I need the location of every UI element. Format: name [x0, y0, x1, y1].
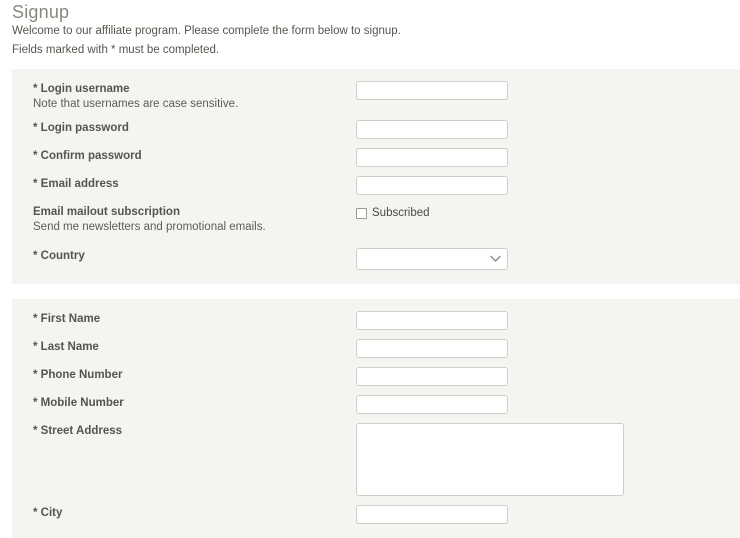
label-last-name: * Last Name: [33, 341, 99, 353]
label-col: * City: [33, 505, 356, 520]
street-address-textarea[interactable]: [356, 423, 624, 496]
input-col: [356, 423, 740, 496]
page-title: Signup: [12, 2, 70, 22]
hint-email-subscription: Send me newsletters and promotional emai…: [33, 221, 266, 233]
label-city: * City: [33, 507, 63, 519]
input-col: [356, 120, 740, 139]
signup-page: Signup Welcome to our affiliate program.…: [0, 0, 740, 538]
field-row-login-username: * Login username Note that usernames are…: [12, 81, 740, 111]
label-login-password: * Login password: [33, 122, 129, 134]
label-login-username: * Login username: [33, 83, 130, 95]
label-col: * Last Name: [33, 339, 356, 354]
label-confirm-password: * Confirm password: [33, 150, 142, 162]
label-col: * Login username Note that usernames are…: [33, 81, 356, 111]
country-select[interactable]: [356, 248, 508, 270]
account-details-panel: * Login username Note that usernames are…: [12, 69, 740, 284]
label-col: * Country: [33, 248, 356, 263]
label-col: * Login password: [33, 120, 356, 135]
confirm-password-input[interactable]: [356, 148, 508, 167]
field-row-country: * Country: [12, 248, 740, 270]
input-col: [356, 176, 740, 195]
field-row-phone-number: * Phone Number: [12, 367, 740, 386]
label-email-address: * Email address: [33, 178, 119, 190]
input-col: [356, 367, 740, 386]
intro-line-1: Welcome to our affiliate program. Please…: [12, 25, 401, 37]
email-address-input[interactable]: [356, 176, 508, 195]
input-col: [356, 339, 740, 358]
country-select-wrap[interactable]: [356, 248, 508, 270]
field-row-first-name: * First Name: [12, 311, 740, 330]
label-col: Email mailout subscription Send me newsl…: [33, 204, 356, 234]
mobile-number-input[interactable]: [356, 395, 508, 414]
last-name-input[interactable]: [356, 339, 508, 358]
label-mobile-number: * Mobile Number: [33, 397, 124, 409]
label-street-address: * Street Address: [33, 425, 123, 437]
subscribed-checkbox-label: Subscribed: [372, 207, 430, 219]
intro-text: Welcome to our affiliate program. Please…: [0, 22, 740, 60]
field-row-email-subscription: Email mailout subscription Send me newsl…: [12, 204, 740, 234]
input-col: [356, 311, 740, 330]
input-col: [356, 505, 740, 524]
field-row-login-password: * Login password: [12, 120, 740, 139]
label-col: * Confirm password: [33, 148, 356, 163]
label-country: * Country: [33, 250, 85, 262]
login-username-input[interactable]: [356, 81, 508, 100]
label-email-subscription: Email mailout subscription: [33, 206, 180, 218]
input-col: [356, 81, 740, 100]
field-row-confirm-password: * Confirm password: [12, 148, 740, 167]
field-row-street-address: * Street Address: [12, 423, 740, 496]
label-first-name: * First Name: [33, 313, 101, 325]
label-col: * Mobile Number: [33, 395, 356, 410]
label-col: * Street Address: [33, 423, 356, 438]
field-row-mobile-number: * Mobile Number: [12, 395, 740, 414]
hint-login-username: Note that usernames are case sensitive.: [33, 98, 239, 110]
label-col: * Phone Number: [33, 367, 356, 382]
first-name-input[interactable]: [356, 311, 508, 330]
input-col: [356, 395, 740, 414]
input-col: [356, 248, 740, 270]
field-row-last-name: * Last Name: [12, 339, 740, 358]
contact-details-panel: * First Name * Last Name * Phone Number: [12, 299, 740, 538]
field-row-email-address: * Email address: [12, 176, 740, 195]
label-col: * Email address: [33, 176, 356, 191]
intro-line-2: Fields marked with * must be completed.: [12, 44, 220, 56]
phone-number-input[interactable]: [356, 367, 508, 386]
subscribed-checkbox-row[interactable]: Subscribed: [356, 204, 740, 220]
input-col: Subscribed: [356, 204, 740, 220]
login-password-input[interactable]: [356, 120, 508, 139]
subscribed-checkbox[interactable]: [356, 207, 367, 219]
label-phone-number: * Phone Number: [33, 369, 123, 381]
field-row-city: * City: [12, 505, 740, 524]
input-col: [356, 148, 740, 167]
city-input[interactable]: [356, 505, 508, 524]
label-col: * First Name: [33, 311, 356, 326]
